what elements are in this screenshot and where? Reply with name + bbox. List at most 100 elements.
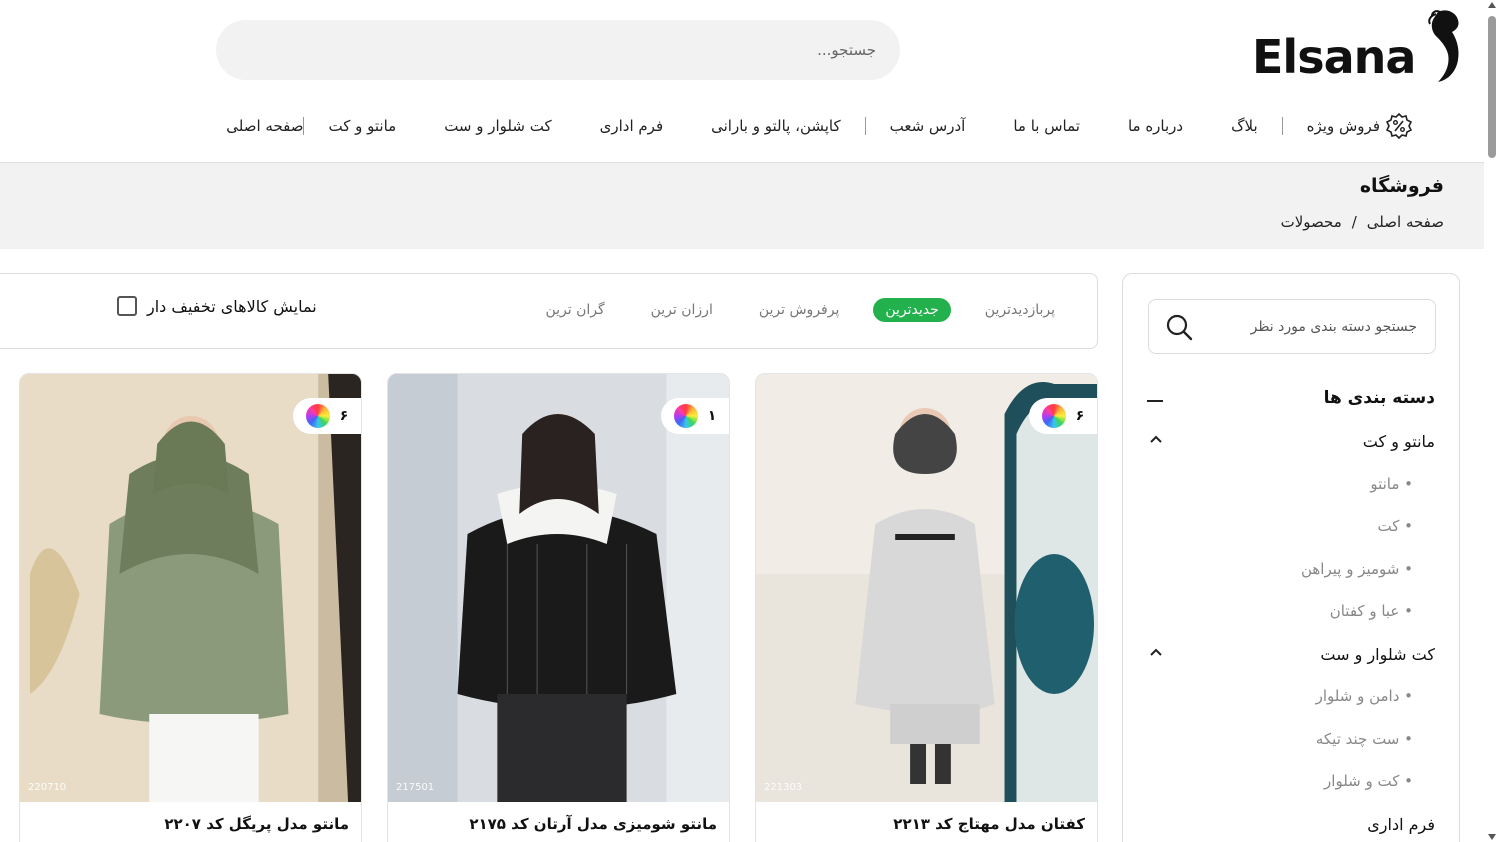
breadcrumb-separator: / bbox=[1351, 213, 1357, 231]
product-card[interactable]: 221303 ۶ کفتان مدل مهتاج کد ۲۲۱۳ bbox=[755, 373, 1098, 842]
discount-badge-icon bbox=[1386, 113, 1412, 139]
subcategory-label: • کت و شلوار bbox=[1324, 772, 1413, 790]
page-title: فروشگاه bbox=[1359, 175, 1444, 197]
nav-about-label: درباره ما bbox=[1127, 117, 1184, 135]
product-image[interactable] bbox=[756, 374, 1097, 802]
logo-text: Elsana bbox=[1252, 30, 1416, 84]
discount-filter[interactable]: نمایش کالاهای تخفیف دار bbox=[117, 296, 317, 316]
category-kot-shalvar[interactable]: کت شلوار و ست bbox=[1147, 641, 1435, 684]
category-shomiz[interactable]: • شومیز و پیراهن bbox=[1147, 556, 1435, 599]
subcategory-label: • مانتو bbox=[1370, 474, 1413, 493]
logo-figure-icon bbox=[1428, 10, 1459, 83]
main-nav: صفحه اصلی مانتو و کت کت شلوار و ست فرم ا… bbox=[202, 108, 1436, 144]
breadcrumb-products: محصولات bbox=[1280, 213, 1342, 231]
nav-special-sale-label: فروش ویژه bbox=[1306, 117, 1380, 135]
category-kot-o-shalvar[interactable]: • کت و شلوار bbox=[1147, 768, 1435, 811]
page-header-band: فروشگاه صفحه اصلی / محصولات bbox=[0, 163, 1484, 249]
page-scrollbar[interactable] bbox=[1484, 0, 1500, 842]
sort-best-selling[interactable]: پرفروش ترین bbox=[747, 298, 852, 322]
nav-contact[interactable]: تماس با ما bbox=[989, 117, 1104, 135]
product-image[interactable] bbox=[20, 374, 361, 802]
nav-manto-kot[interactable]: مانتو و کت bbox=[304, 117, 420, 135]
subcategory-label: • عبا و کفتان bbox=[1329, 602, 1413, 620]
sort-cheapest[interactable]: ارزان ترین bbox=[639, 298, 725, 322]
subcategory-label: • دامن و شلوار bbox=[1315, 687, 1413, 705]
chevron-up-icon[interactable] bbox=[1149, 647, 1163, 657]
nav-kapshan[interactable]: کاپشن، پالتو و بارانی bbox=[687, 117, 865, 135]
subcategory-label: • شومیز و پیراهن bbox=[1300, 559, 1413, 578]
product-title[interactable]: مانتو مدل پریگل کد ۲۲۰۷ bbox=[164, 815, 349, 833]
nav-form-edari-label: فرم اداری bbox=[599, 117, 664, 135]
discount-checkbox[interactable] bbox=[117, 296, 137, 316]
categories-header[interactable]: دسته بندی ها bbox=[1147, 388, 1435, 418]
nav-kot-shalvar[interactable]: کت شلوار و ست bbox=[420, 117, 575, 135]
nav-home-label: صفحه اصلی bbox=[226, 117, 304, 135]
discount-filter-label: نمایش کالاهای تخفیف دار bbox=[147, 296, 317, 316]
nav-branches-label: آدرس شعب bbox=[889, 117, 966, 135]
breadcrumb: صفحه اصلی / محصولات bbox=[1281, 213, 1444, 231]
nav-special-sale[interactable]: فروش ویژه bbox=[1283, 113, 1436, 139]
category-label: کت شلوار و ست bbox=[1320, 644, 1435, 664]
scroll-down-arrow-icon[interactable] bbox=[1488, 834, 1496, 840]
category-set[interactable]: • ست چند تیکه bbox=[1147, 726, 1435, 769]
nav-contact-label: تماس با ما bbox=[1013, 117, 1080, 135]
category-form-edari[interactable]: فرم اداری bbox=[1147, 811, 1435, 842]
color-count-badge: ۱ bbox=[661, 398, 729, 434]
nav-home[interactable]: صفحه اصلی bbox=[202, 117, 303, 135]
category-label: مانتو و کت bbox=[1362, 432, 1435, 451]
color-count: ۶ bbox=[1075, 408, 1085, 424]
categories-title: دسته بندی ها bbox=[1323, 388, 1435, 408]
breadcrumb-home[interactable]: صفحه اصلی bbox=[1367, 213, 1444, 231]
category-list: مانتو و کت • مانتو • کت • شومیز و پیراهن… bbox=[1147, 428, 1435, 842]
nav-blog[interactable]: بلاگ bbox=[1207, 117, 1282, 135]
color-wheel-icon bbox=[673, 404, 698, 428]
nav-divider bbox=[303, 117, 305, 135]
nav-blog-label: بلاگ bbox=[1231, 117, 1258, 135]
site-search[interactable] bbox=[216, 20, 900, 80]
product-title[interactable]: کفتان مدل مهتاج کد ۲۲۱۳ bbox=[893, 815, 1085, 833]
product-code: 220710 bbox=[28, 782, 67, 793]
nav-divider bbox=[864, 117, 866, 135]
sort-bar: پربازدیدترین جدیدترین پرفروش ترین ارزان … bbox=[0, 273, 1098, 349]
color-count: ۱ bbox=[707, 408, 717, 424]
chevron-up-icon[interactable] bbox=[1149, 434, 1163, 444]
color-wheel-icon bbox=[1041, 404, 1066, 428]
category-sidebar: دسته بندی ها مانتو و کت • مانتو • کت • ش… bbox=[1122, 273, 1460, 842]
category-daman[interactable]: • دامن و شلوار bbox=[1147, 683, 1435, 726]
category-kot[interactable]: • کت bbox=[1147, 513, 1435, 556]
product-title[interactable]: مانتو شومیزی مدل آرتان کد ۲۱۷۵ bbox=[469, 815, 717, 833]
product-card[interactable]: 220710 ۶ مانتو مدل پریگل کد ۲۲۰۷ bbox=[19, 373, 362, 842]
color-count: ۶ bbox=[339, 408, 349, 424]
sort-most-viewed[interactable]: پربازدیدترین bbox=[973, 298, 1067, 322]
color-count-badge: ۶ bbox=[293, 398, 361, 434]
site-logo[interactable]: Elsana bbox=[1252, 8, 1464, 86]
category-manto-kot[interactable]: مانتو و کت bbox=[1147, 428, 1435, 471]
product-image[interactable] bbox=[388, 374, 729, 802]
color-count-badge: ۶ bbox=[1029, 398, 1097, 434]
search-icon[interactable] bbox=[1165, 313, 1193, 341]
category-search-input[interactable] bbox=[1197, 300, 1417, 353]
sort-newest[interactable]: جدیدترین bbox=[873, 298, 951, 322]
product-code: 221303 bbox=[764, 782, 803, 793]
nav-manto-kot-label: مانتو و کت bbox=[328, 117, 397, 135]
nav-kot-shalvar-label: کت شلوار و ست bbox=[444, 117, 552, 135]
sort-most-expensive[interactable]: گران ترین bbox=[533, 298, 616, 322]
nav-branches[interactable]: آدرس شعب bbox=[866, 117, 990, 135]
product-card[interactable]: 217501 ۱ مانتو شومیزی مدل آرتان کد ۲۱۷۵ bbox=[387, 373, 730, 842]
nav-about[interactable]: درباره ما bbox=[1104, 117, 1207, 135]
category-aba[interactable]: • عبا و کفتان bbox=[1147, 598, 1435, 641]
subcategory-label: • ست چند تیکه bbox=[1315, 729, 1413, 748]
subcategory-label: • کت bbox=[1377, 517, 1414, 535]
nav-form-edari[interactable]: فرم اداری bbox=[576, 117, 688, 135]
category-search[interactable] bbox=[1148, 299, 1436, 354]
site-search-input[interactable] bbox=[216, 20, 900, 80]
category-label: فرم اداری bbox=[1367, 814, 1435, 834]
sort-options: پربازدیدترین جدیدترین پرفروش ترین ارزان … bbox=[533, 298, 1067, 322]
scroll-up-arrow-icon[interactable] bbox=[1488, 2, 1496, 8]
product-code: 217501 bbox=[396, 782, 435, 793]
color-wheel-icon bbox=[305, 404, 330, 428]
scrollbar-thumb[interactable] bbox=[1488, 16, 1496, 158]
nav-kapshan-label: کاپشن، پالتو و بارانی bbox=[711, 117, 841, 135]
category-manto[interactable]: • مانتو bbox=[1147, 471, 1435, 514]
collapse-minus-icon[interactable] bbox=[1147, 400, 1163, 402]
